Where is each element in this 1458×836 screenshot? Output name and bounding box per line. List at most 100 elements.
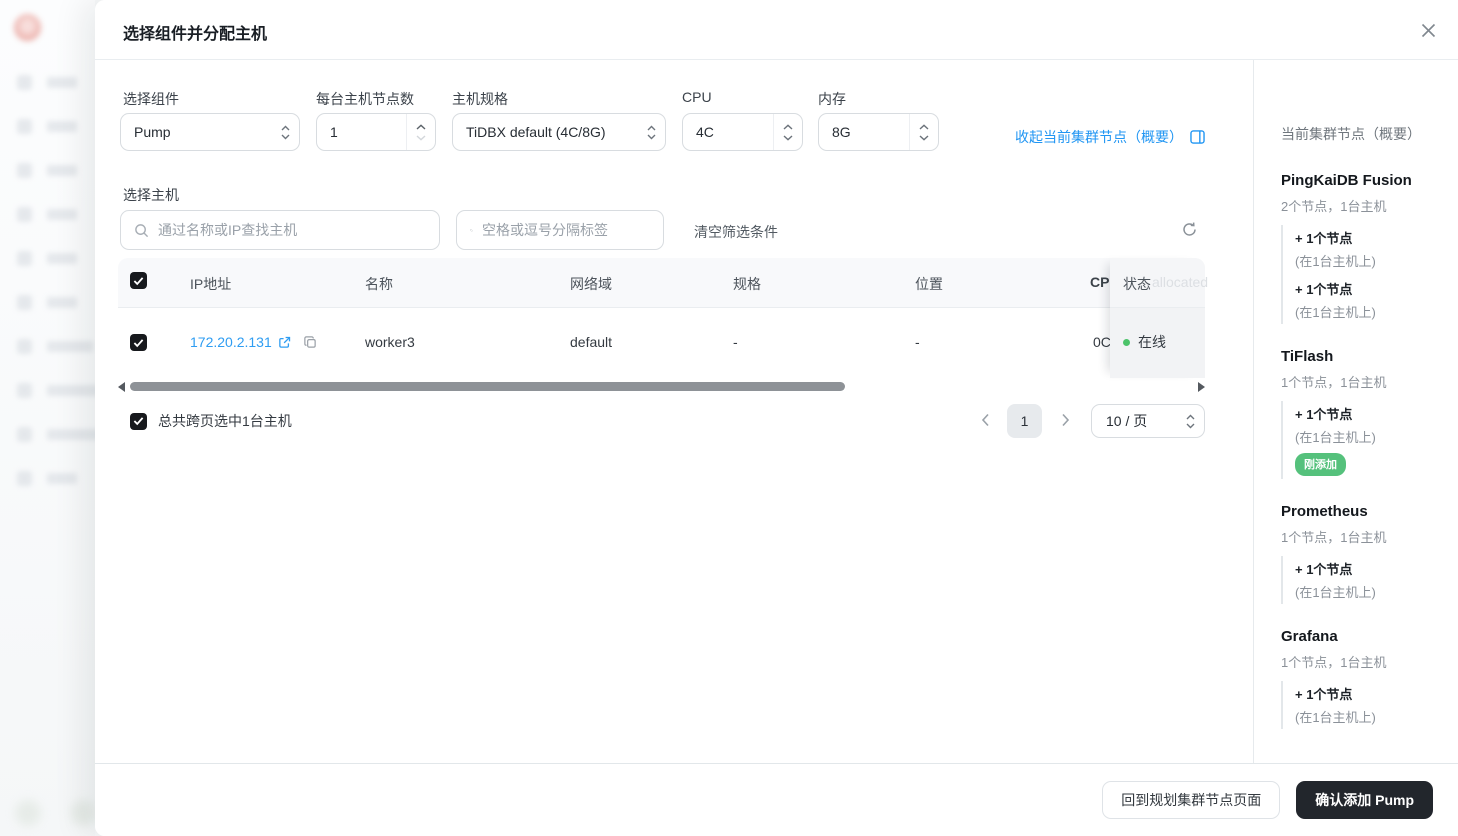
cpu-value: 4C: [696, 124, 714, 140]
host-search-input[interactable]: [158, 222, 439, 238]
component-select-value: Pump: [134, 124, 171, 140]
cluster-summary-panel: 当前集群节点（概要） PingKaiDB Fusion 2个节点，1台主机 + …: [1253, 60, 1458, 763]
tag-filter-input[interactable]: [482, 222, 663, 238]
blurred-menu-item: [17, 295, 77, 310]
stepper-up-icon: [783, 123, 793, 130]
blurred-menu-item: [17, 383, 103, 398]
col-status: 状态: [1123, 276, 1151, 292]
col-cpu: CP: [1090, 274, 1110, 290]
addition-node: + 1个节点: [1295, 407, 1353, 422]
group-subtitle: 1个节点，1台主机: [1281, 655, 1387, 670]
collapse-summary-link[interactable]: 收起当前集群节点（概要）: [1015, 127, 1205, 147]
page-size-select[interactable]: 10 / 页: [1091, 404, 1205, 438]
scrollbar-thumb[interactable]: [130, 382, 845, 391]
memory-value: 8G: [832, 124, 851, 140]
number-stepper[interactable]: [773, 114, 802, 150]
component-label: 选择组件: [123, 91, 179, 107]
hosts-table: IP地址 名称 网络域 规格 位置 CP 172.20.2.131 worker…: [118, 258, 1208, 378]
clear-filters-button[interactable]: 清空筛选条件: [694, 222, 778, 242]
nodes-per-host-input[interactable]: 1: [316, 113, 436, 151]
nodes-per-host-label: 每台主机节点数: [316, 91, 414, 107]
selection-summary-checkbox[interactable]: [130, 412, 147, 430]
blurred-menu-item: [17, 75, 77, 90]
dialog-header: 选择组件并分配主机: [95, 0, 1458, 60]
chevron-updown-icon: [271, 125, 299, 140]
blurred-menu-item: [17, 163, 77, 178]
addition-node: + 1个节点: [1295, 562, 1353, 577]
next-page-icon[interactable]: [1061, 413, 1070, 427]
chevron-updown-icon: [637, 125, 665, 140]
col-location: 位置: [915, 276, 943, 292]
blurred-menu-item: [17, 471, 77, 486]
blurred-menu-item: [17, 339, 93, 354]
host-name: worker3: [365, 334, 415, 350]
selection-summary-row: 总共跨页选中1台主机: [130, 411, 292, 431]
confirm-add-button[interactable]: 确认添加 Pump: [1296, 781, 1433, 819]
select-host-label: 选择主机: [123, 187, 179, 203]
table-horizontal-scrollbar[interactable]: [118, 380, 1205, 394]
scroll-left-icon[interactable]: [118, 382, 125, 392]
addition-host: (在1台主机上): [1295, 430, 1376, 445]
cpu-input[interactable]: 4C: [682, 113, 803, 151]
back-to-plan-button[interactable]: 回到规划集群节点页面: [1102, 781, 1281, 819]
copy-icon[interactable]: [303, 335, 317, 349]
blurred-menu-item: [17, 119, 77, 134]
host-status: 在线: [1138, 334, 1166, 350]
dialog-body: 选择组件 每台主机节点数 主机规格 CPU 内存 Pump 1 TiDBX de…: [95, 60, 1458, 763]
host-row[interactable]: 172.20.2.131 worker3 default - - 0C: [118, 308, 1205, 378]
addition-node: + 1个节点: [1295, 282, 1353, 297]
host-location: -: [915, 334, 920, 350]
stepper-up-icon: [416, 123, 426, 130]
background-sidebar: [0, 0, 103, 836]
host-network: default: [570, 334, 613, 350]
group-subtitle: 1个节点，1台主机: [1281, 530, 1387, 545]
dialog-title: 选择组件并分配主机: [123, 26, 268, 43]
blurred-menu-item: [17, 251, 77, 266]
tag-icon: [470, 228, 473, 232]
group-name: Grafana: [1281, 628, 1338, 645]
blurred-menu-item: [17, 427, 103, 442]
selection-summary-text: 总共跨页选中1台主机: [158, 413, 292, 429]
status-header-cell: allocated 状态: [1110, 258, 1208, 308]
just-added-badge: 刚添加: [1295, 453, 1346, 476]
external-link-icon[interactable]: [278, 336, 291, 349]
stepper-down-icon: [783, 134, 793, 141]
col-name: 名称: [365, 276, 393, 292]
host-spec: -: [733, 334, 738, 350]
addition-host: (在1台主机上): [1295, 254, 1376, 269]
addition-node: + 1个节点: [1295, 687, 1353, 702]
refresh-icon[interactable]: [1181, 221, 1199, 239]
host-ip-link[interactable]: 172.20.2.131: [190, 334, 272, 350]
col-spec: 规格: [733, 276, 761, 292]
close-icon[interactable]: [1415, 17, 1441, 43]
number-stepper[interactable]: [406, 114, 435, 150]
nodes-per-host-value: 1: [330, 124, 338, 140]
group-additions: + 1个节点 (在1台主机上): [1281, 556, 1444, 604]
stepper-up-icon: [919, 123, 929, 130]
page-number-button[interactable]: 1: [1007, 404, 1042, 438]
host-search-box: [120, 210, 440, 250]
collapse-summary-label: 收起当前集群节点（概要）: [1015, 129, 1183, 145]
app-logo: [14, 14, 41, 41]
status-online-dot: [1123, 338, 1130, 346]
host-spec-select[interactable]: TiDBX default (4C/8G): [452, 113, 666, 151]
check-icon: [133, 276, 144, 285]
group-subtitle: 1个节点，1台主机: [1281, 375, 1387, 390]
prev-page-icon[interactable]: [981, 413, 990, 427]
component-select[interactable]: Pump: [120, 113, 300, 151]
addition-node: + 1个节点: [1295, 231, 1353, 246]
select-all-checkbox[interactable]: [130, 272, 147, 289]
check-icon: [133, 338, 144, 347]
number-stepper[interactable]: [909, 114, 938, 150]
search-icon: [135, 223, 149, 237]
memory-input[interactable]: 8G: [818, 113, 939, 151]
chevron-updown-icon: [1176, 414, 1204, 429]
group-subtitle: 2个节点，1台主机: [1281, 199, 1387, 214]
blurred-footer-item: [15, 800, 41, 826]
stepper-down-icon: [416, 134, 426, 141]
assign-host-dialog: 选择组件并分配主机 选择组件 每台主机节点数 主机规格 CPU 内存 Pump …: [95, 0, 1458, 836]
summary-title: 当前集群节点（概要）: [1281, 126, 1421, 142]
scroll-right-icon[interactable]: [1198, 382, 1205, 392]
group-additions: + 1个节点 (在1台主机上) + 1个节点 (在1台主机上): [1281, 225, 1444, 324]
row-checkbox[interactable]: [130, 334, 147, 351]
